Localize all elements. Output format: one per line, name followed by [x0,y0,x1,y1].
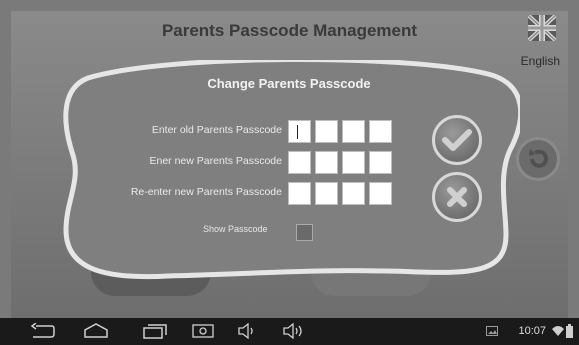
old-passcode-row: Enter old Parents Passcode [58,120,398,143]
reenter-passcode-digit-1[interactable] [288,182,311,205]
checkmark-icon [442,129,472,151]
change-passcode-dialog: Change Parents Passcode Enter old Parent… [58,60,520,280]
new-passcode-digit-3[interactable] [342,151,365,174]
old-passcode-digit-2[interactable] [315,120,338,143]
home-icon[interactable] [83,323,109,339]
new-passcode-digit-2[interactable] [315,151,338,174]
image-icon [486,326,498,336]
confirm-button[interactable] [432,115,482,165]
reenter-passcode-digit-2[interactable] [315,182,338,205]
battery-icon [566,324,573,338]
new-passcode-label: Ener new Parents Passcode [149,155,283,167]
show-passcode-label: Show Passcode [203,224,268,234]
new-passcode-row: Ener new Parents Passcode [58,151,398,174]
new-passcode-digit-1[interactable] [288,151,311,174]
show-passcode-checkbox[interactable] [296,224,313,241]
old-passcode-digit-1[interactable] [288,120,311,143]
reenter-passcode-digit-3[interactable] [342,182,365,205]
language-label[interactable]: English [521,54,560,68]
wifi-icon [552,326,564,336]
cancel-button[interactable] [432,172,482,222]
clock: 10:07 [518,325,546,337]
page-title: Parents Passcode Management [161,21,418,40]
dialog-title: Change Parents Passcode [207,76,371,91]
old-passcode-label: Enter old Parents Passcode [151,124,282,136]
volume-up-icon[interactable] [282,323,306,339]
reenter-passcode-label: Re-enter new Parents Passcode [130,186,282,198]
reenter-passcode-row: Re-enter new Parents Passcode [58,182,398,205]
screenshot-icon[interactable] [192,323,214,339]
old-passcode-digit-3[interactable] [342,120,365,143]
volume-down-icon[interactable] [237,323,257,339]
flag-uk-icon[interactable] [528,15,556,41]
old-passcode-digit-4[interactable] [369,120,392,143]
refresh-icon[interactable] [516,137,560,181]
back-icon[interactable] [30,323,56,339]
new-passcode-digit-4[interactable] [369,151,392,174]
text-cursor [297,125,298,139]
recent-apps-icon[interactable] [142,323,168,339]
system-nav-bar: 10:07 [0,318,579,345]
close-icon [447,187,467,207]
reenter-passcode-digit-4[interactable] [369,182,392,205]
